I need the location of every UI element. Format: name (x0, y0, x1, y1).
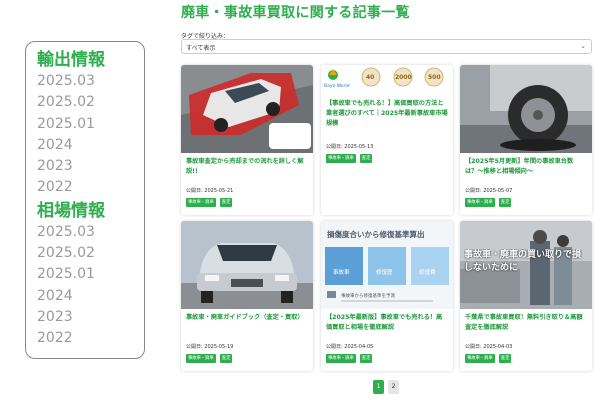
article-title[interactable]: 事故車査定から売却までの流れを詳しく解説!! (186, 157, 308, 177)
article-thumbnail[interactable] (181, 65, 313, 153)
sidebar-item-export-2025-02[interactable]: 2025.02 (37, 92, 144, 113)
article-card[interactable]: 事故車・廃車の買い取りで損しないために 千葉県で事故車買取！無料引き取り＆高額査… (460, 221, 592, 371)
sidebar-item-market-2025-02[interactable]: 2025.02 (37, 243, 144, 264)
tag-badge[interactable]: 査定 (219, 198, 233, 207)
article-thumbnail[interactable] (460, 65, 592, 153)
sidebar: 輸出情報 2025.03 2025.02 2025.01 2024 2023 2… (25, 41, 145, 359)
article-title[interactable]: 千葉県で事故車買取！無料引き取り＆高額査定を徹底解説 (465, 313, 587, 333)
article-date: 公開日: 2025-05-21 (186, 188, 234, 194)
tag-badge[interactable]: 査定 (359, 354, 373, 363)
tag-badge[interactable]: 査定 (219, 354, 233, 363)
sidebar-section-market[interactable]: 相場情報 (37, 200, 144, 222)
sidebar-section-export[interactable]: 輸出情報 (37, 49, 144, 71)
article-date: 公開日: 2025-04-03 (465, 344, 513, 350)
page-title: 廃車・事故車買取に関する記事一覧 (181, 5, 410, 21)
article-title[interactable]: 【2025年最新版】事故車でも売れる！高価買取と相場を徹底解説 (326, 313, 448, 333)
sidebar-item-market-2025-03[interactable]: 2025.03 (37, 222, 144, 243)
article-date: 公開日: 2025-05-19 (186, 344, 234, 350)
tag-badge[interactable]: 事故車・廃車 (326, 354, 356, 363)
article-title[interactable]: 【事故車でも売れる！】高価買取の方法と業者選びのすべて｜2025年最新事故車市場… (326, 99, 448, 129)
tag-badge[interactable]: 事故車・廃車 (465, 354, 495, 363)
article-date: 公開日: 2025-05-07 (465, 188, 513, 194)
article-thumbnail[interactable]: Bayo World 40 2000 500 (321, 65, 453, 95)
sidebar-item-export-2022[interactable]: 2022 (37, 177, 144, 198)
article-card[interactable]: 事故車・廃車ガイドブック（査定・買取） 公開日: 2025-05-19 事故車・… (181, 221, 313, 371)
pagination: 1 2 (373, 380, 399, 394)
article-date: 公開日: 2025-05-13 (326, 144, 374, 150)
article-card[interactable]: 損傷度合いから修復基準算出 事故車 修復歴 修復費 事故車から修復基準を予測 【… (321, 221, 453, 371)
badge-text: 500 (428, 74, 441, 81)
tag-filter-select[interactable]: すべて表示 ⌄ (181, 39, 592, 54)
sidebar-item-market-2023[interactable]: 2023 (37, 307, 144, 328)
thumb-overlay-text: 事故車・廃車の買い取りで損しないために (464, 250, 582, 273)
article-tags: 事故車・廃車 査定 (465, 198, 512, 207)
tag-filter-value: すべて表示 (186, 45, 216, 52)
sidebar-item-export-2023[interactable]: 2023 (37, 156, 144, 177)
badge-text: 2000 (395, 74, 412, 81)
tag-badge[interactable]: 査定 (498, 354, 512, 363)
article-tags: 事故車・廃車 査定 (186, 354, 233, 363)
page-button-1[interactable]: 1 (373, 380, 384, 394)
badge-text: 40 (366, 74, 374, 81)
page-button-2[interactable]: 2 (388, 380, 399, 394)
thumb-label: 修復費 (419, 268, 436, 276)
tag-badge[interactable]: 査定 (359, 154, 373, 163)
article-card[interactable]: Bayo World 40 2000 500 【事故車でも売れる！】高価買取の方… (321, 65, 453, 215)
article-tags: 事故車・廃車 査定 (326, 154, 373, 163)
article-card[interactable]: 事故車査定から売却までの流れを詳しく解説!! 公開日: 2025-05-21 事… (181, 65, 313, 215)
sidebar-item-export-2025-01[interactable]: 2025.01 (37, 114, 144, 135)
article-tags: 事故車・廃車 査定 (186, 198, 233, 207)
sidebar-item-market-2024[interactable]: 2024 (37, 286, 144, 307)
tag-badge[interactable]: 事故車・廃車 (326, 154, 356, 163)
brand-logo-text: Bayo World (324, 83, 350, 89)
article-thumbnail[interactable] (181, 221, 313, 309)
tag-badge[interactable]: 査定 (498, 198, 512, 207)
sidebar-item-export-2024[interactable]: 2024 (37, 135, 144, 156)
article-date: 公開日: 2025-04-05 (326, 344, 374, 350)
tag-badge[interactable]: 事故車・廃車 (186, 198, 216, 207)
thumb-caption: 事故車から修復基準を予測 (341, 292, 395, 299)
sidebar-item-market-2025-01[interactable]: 2025.01 (37, 264, 144, 285)
article-tags: 事故車・廃車 査定 (465, 354, 512, 363)
article-thumbnail[interactable]: 損傷度合いから修復基準算出 事故車 修復歴 修復費 事故車から修復基準を予測 (321, 221, 453, 309)
thumb-label: 修復歴 (376, 268, 393, 276)
sidebar-item-export-2025-03[interactable]: 2025.03 (37, 71, 144, 92)
sidebar-item-market-2022[interactable]: 2022 (37, 328, 144, 349)
article-title[interactable]: 事故車・廃車ガイドブック（査定・買取） (186, 313, 308, 323)
chevron-down-icon: ⌄ (580, 42, 586, 50)
article-title[interactable]: 【2025年5月更新】年間の事故車台数は？〜推移と相場傾向〜 (465, 157, 587, 177)
tag-badge[interactable]: 事故車・廃車 (465, 198, 495, 207)
thumb-label: 事故車 (333, 268, 350, 276)
thumb-heading: 損傷度合いから修復基準算出 (327, 229, 425, 239)
article-thumbnail[interactable]: 事故車・廃車の買い取りで損しないために (460, 221, 592, 309)
tag-badge[interactable]: 事故車・廃車 (186, 354, 216, 363)
article-tags: 事故車・廃車 査定 (326, 354, 373, 363)
article-card[interactable]: 【2025年5月更新】年間の事故車台数は？〜推移と相場傾向〜 公開日: 2025… (460, 65, 592, 215)
